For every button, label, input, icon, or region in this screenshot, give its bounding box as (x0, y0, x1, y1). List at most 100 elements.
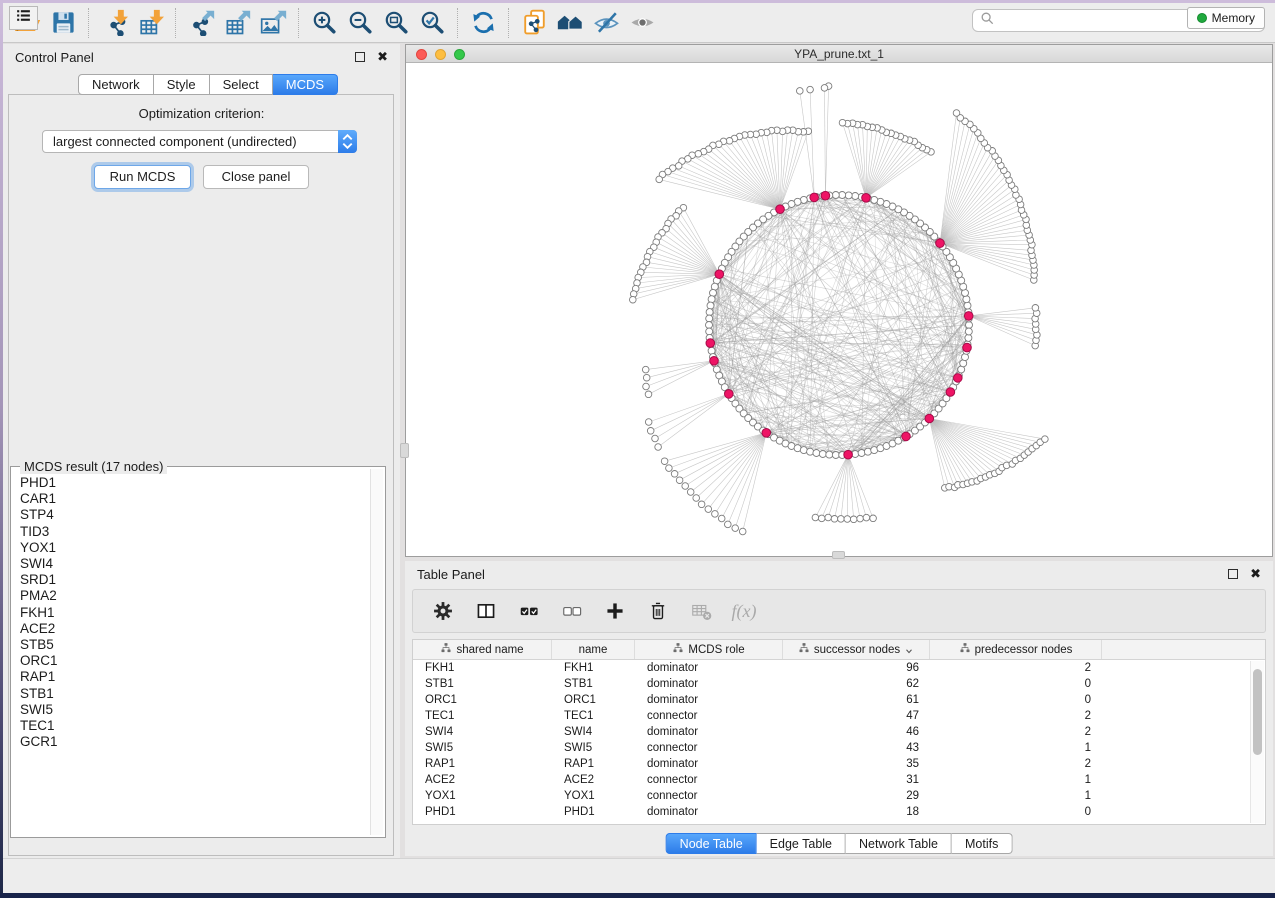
table-cell: FKH1 (552, 660, 635, 676)
column-header-successor-nodes[interactable]: successor nodes (783, 640, 930, 659)
import-network-icon[interactable] (96, 6, 132, 40)
table-panel-title: Table Panel (417, 567, 485, 582)
table-cell: 62 (783, 676, 930, 692)
table-cell: dominator (635, 692, 783, 708)
close-icon[interactable]: ✖ (1250, 569, 1261, 579)
trash-icon[interactable] (646, 599, 670, 623)
column-header-shared-name[interactable]: shared name (413, 640, 552, 659)
close-traffic-light[interactable] (416, 49, 427, 60)
add-icon[interactable] (603, 599, 627, 623)
save-icon[interactable] (45, 6, 81, 40)
tab-mcds[interactable]: MCDS (273, 74, 338, 95)
column-header-name[interactable]: name (552, 640, 635, 659)
chevron-down-icon[interactable] (904, 645, 914, 655)
table-cell: 2 (930, 756, 1102, 772)
task-history-button[interactable] (9, 6, 38, 30)
mcds-result-item[interactable]: STB1 (20, 686, 369, 702)
tree-icon (798, 642, 810, 657)
table-row[interactable]: SWI4SWI4dominator462 (413, 724, 1265, 740)
tab-network[interactable]: Network (78, 74, 154, 95)
mcds-result-item[interactable]: STP4 (20, 507, 369, 523)
tab-style[interactable]: Style (154, 74, 210, 95)
mcds-result-item[interactable]: FKH1 (20, 605, 369, 621)
zoom-in-icon[interactable] (306, 6, 342, 40)
mcds-result-item[interactable]: TID3 (20, 524, 369, 540)
tab-motifs[interactable]: Motifs (952, 833, 1012, 854)
memory-button[interactable]: Memory (1187, 7, 1265, 29)
mcds-result-item[interactable]: GCR1 (20, 734, 369, 750)
zoom-fit-icon[interactable] (378, 6, 414, 40)
mcds-result-item[interactable]: RAP1 (20, 669, 369, 685)
zoom-out-icon[interactable] (342, 6, 378, 40)
columns-icon[interactable] (474, 599, 498, 623)
table-cell: 2 (930, 708, 1102, 724)
mcds-result-scrollbar[interactable] (370, 469, 383, 835)
clone-network-icon[interactable] (516, 6, 552, 40)
home-network-icon[interactable] (552, 6, 588, 40)
table-cell: TEC1 (552, 708, 635, 724)
table-cell: dominator (635, 756, 783, 772)
mcds-result-item[interactable]: SWI4 (20, 556, 369, 572)
table-row[interactable]: FKH1FKH1dominator962 (413, 660, 1265, 676)
table-cell: 29 (783, 788, 930, 804)
optimization-criterion-label: Optimization criterion: (3, 106, 400, 121)
wallpaper-bottom-edge (0, 893, 1275, 898)
mcds-result-item[interactable]: SWI5 (20, 702, 369, 718)
table-cell: YOX1 (413, 788, 552, 804)
gear-icon[interactable] (431, 599, 455, 623)
float-window-icon[interactable] (1228, 569, 1238, 579)
vertical-splitter-handle[interactable] (400, 443, 409, 458)
horizontal-splitter-handle[interactable] (832, 551, 845, 559)
toolbar-separator (457, 8, 458, 38)
table-row[interactable]: YOX1YOX1connector291 (413, 788, 1265, 804)
table-row[interactable]: RAP1RAP1dominator352 (413, 756, 1265, 772)
zoom-selected-icon[interactable] (414, 6, 450, 40)
status-bar (3, 858, 1275, 893)
table-cell: connector (635, 740, 783, 756)
mcds-result-item[interactable]: TEC1 (20, 718, 369, 734)
eye-slash-icon[interactable] (588, 6, 624, 40)
select-all-icon[interactable] (517, 599, 541, 623)
export-network-icon[interactable] (183, 6, 219, 40)
table-row[interactable]: SWI5SWI5connector431 (413, 740, 1265, 756)
mcds-result-item[interactable]: STB5 (20, 637, 369, 653)
mcds-result-item[interactable]: YOX1 (20, 540, 369, 556)
table-row[interactable]: STB1STB1dominator620 (413, 676, 1265, 692)
minimize-traffic-light[interactable] (435, 49, 446, 60)
table-row[interactable]: TEC1TEC1connector472 (413, 708, 1265, 724)
mcds-result-item[interactable]: ACE2 (20, 621, 369, 637)
run-mcds-button[interactable]: Run MCDS (94, 165, 191, 189)
optimization-criterion-select[interactable]: largest connected component (undirected) (42, 130, 357, 153)
table-row[interactable]: ORC1ORC1dominator610 (413, 692, 1265, 708)
refresh-icon[interactable] (465, 6, 501, 40)
tab-node-table[interactable]: Node Table (666, 833, 757, 854)
mcds-result-item[interactable]: PHD1 (20, 475, 369, 491)
network-window-titlebar[interactable]: YPA_prune.txt_1 (406, 45, 1272, 63)
table-row[interactable]: PHD1PHD1dominator180 (413, 804, 1265, 820)
network-canvas[interactable] (406, 63, 1272, 556)
tab-network-table[interactable]: Network Table (846, 833, 952, 854)
export-table-icon[interactable] (219, 6, 255, 40)
deselect-all-icon[interactable] (560, 599, 584, 623)
table-cell: 2 (930, 724, 1102, 740)
close-icon[interactable]: ✖ (377, 52, 388, 62)
table-scrollbar[interactable] (1250, 661, 1264, 823)
tab-select[interactable]: Select (210, 74, 273, 95)
mcds-result-item[interactable]: SRD1 (20, 572, 369, 588)
column-header-MCDS-role[interactable]: MCDS role (635, 640, 783, 659)
table-scrollbar-thumb[interactable] (1253, 669, 1262, 755)
table-cell: TEC1 (413, 708, 552, 724)
import-table-icon[interactable] (132, 6, 168, 40)
close-panel-button[interactable]: Close panel (203, 165, 309, 189)
float-window-icon[interactable] (355, 52, 365, 62)
table-row[interactable]: ACE2ACE2connector311 (413, 772, 1265, 788)
list-icon (15, 7, 32, 29)
mcds-result-item[interactable]: CAR1 (20, 491, 369, 507)
tab-edge-table[interactable]: Edge Table (757, 833, 846, 854)
export-image-icon[interactable] (255, 6, 291, 40)
maximize-traffic-light[interactable] (454, 49, 465, 60)
eye-icon[interactable] (624, 6, 660, 40)
mcds-result-item[interactable]: PMA2 (20, 588, 369, 604)
mcds-result-item[interactable]: ORC1 (20, 653, 369, 669)
column-header-predecessor-nodes[interactable]: predecessor nodes (930, 640, 1102, 659)
